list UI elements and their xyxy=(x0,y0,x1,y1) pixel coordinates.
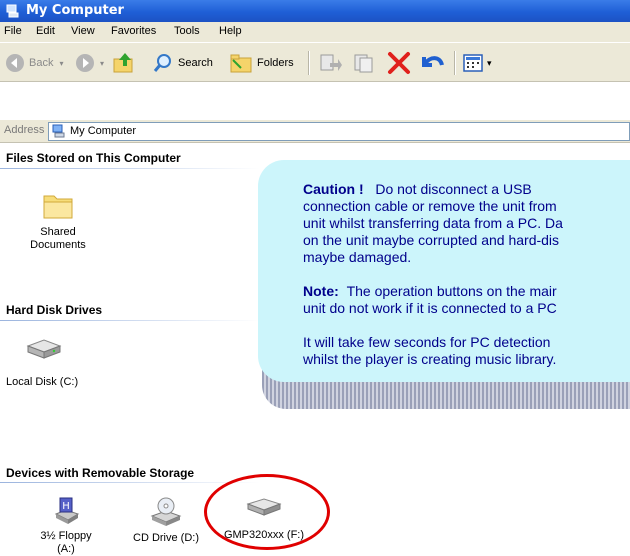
highlight-circle xyxy=(204,474,330,550)
title-bar[interactable]: My Computer xyxy=(0,0,630,22)
window-title: My Computer xyxy=(26,3,124,18)
section-divider xyxy=(0,482,260,483)
folders-label: Folders xyxy=(257,57,294,69)
up-folder-button[interactable] xyxy=(112,51,136,75)
hard-disk-icon xyxy=(26,339,62,359)
back-button[interactable]: Back ▾ xyxy=(4,51,63,75)
my-computer-small-icon xyxy=(52,124,65,138)
info-line-2: whilst the player is creating music libr… xyxy=(303,351,557,367)
menu-file[interactable]: File xyxy=(4,25,22,37)
up-folder-icon xyxy=(113,53,133,73)
move-to-icon xyxy=(320,54,342,71)
menu-help[interactable]: Help xyxy=(219,25,242,37)
folder-icon xyxy=(43,195,73,219)
caution-line-4: on the unit maybe corrupted and hard-dis xyxy=(303,232,560,248)
section-hard-disks-title: Hard Disk Drives xyxy=(6,303,103,317)
back-dropdown-icon[interactable]: ▾ xyxy=(59,59,63,68)
toolbar-separator xyxy=(454,51,456,75)
local-disk-item[interactable]: Local Disk (C:) xyxy=(6,336,82,389)
note-line-2: unit do not work if it is connected to a… xyxy=(303,300,557,316)
views-grid-icon xyxy=(463,54,483,72)
section-divider xyxy=(0,320,260,321)
note-heading: Note: xyxy=(303,283,339,299)
cd-drive-label: CD Drive (D:) xyxy=(133,532,199,544)
undo-button[interactable] xyxy=(420,51,446,75)
info-line-1: It will take few seconds for PC detectio… xyxy=(303,334,551,350)
folders-button[interactable]: Folders xyxy=(229,51,294,75)
address-label: Address xyxy=(4,124,45,136)
copy-to-icon xyxy=(354,54,373,73)
menu-edit[interactable]: Edit xyxy=(36,25,55,37)
caution-line-5: maybe damaged. xyxy=(303,249,412,265)
caution-line-3: unit whilst transferring data from a PC.… xyxy=(303,215,563,231)
shared-documents-item[interactable]: Shared Documents xyxy=(28,188,88,252)
address-bar: Address My Computer xyxy=(0,120,630,143)
section-removable-title: Devices with Removable Storage xyxy=(6,466,195,480)
floppy-drive-item[interactable]: H 3½ Floppy (A:) xyxy=(36,496,96,556)
undo-icon xyxy=(422,56,444,67)
address-value: My Computer xyxy=(70,125,137,137)
cd-drive-icon xyxy=(150,497,182,526)
forward-dropdown-icon[interactable]: ▾ xyxy=(100,59,104,68)
forward-button[interactable]: ▾ xyxy=(74,51,104,75)
address-field[interactable]: My Computer xyxy=(48,122,630,141)
search-label: Search xyxy=(178,57,213,69)
toolbar-separator xyxy=(308,51,310,75)
search-button[interactable]: Search xyxy=(152,51,213,75)
local-disk-label: Local Disk (C:) xyxy=(6,376,79,388)
my-computer-icon xyxy=(6,4,19,18)
menu-bar: File Edit View Favorites Tools Help xyxy=(0,22,630,42)
views-dropdown-icon[interactable]: ▾ xyxy=(487,58,492,69)
search-icon xyxy=(153,54,171,72)
floppy-label-2: (A:) xyxy=(57,543,75,555)
views-button[interactable]: ▾ xyxy=(462,51,492,75)
caution-heading: Caution ! xyxy=(303,181,364,197)
svg-text:H: H xyxy=(62,501,70,512)
shared-documents-label-2: Documents xyxy=(30,239,86,251)
menu-view[interactable]: View xyxy=(71,25,95,37)
back-arrow-icon xyxy=(6,54,24,72)
delete-x-icon xyxy=(388,52,410,74)
move-to-button[interactable] xyxy=(318,51,342,75)
menu-tools[interactable]: Tools xyxy=(174,25,200,37)
copy-to-button[interactable] xyxy=(352,51,376,75)
delete-button[interactable] xyxy=(386,51,412,75)
caution-line-2: connection cable or remove the unit from xyxy=(303,198,557,214)
floppy-label-1: 3½ Floppy xyxy=(40,530,92,542)
menu-favorites[interactable]: Favorites xyxy=(111,25,156,37)
callout-text: Caution ! Do not disconnect a USB connec… xyxy=(303,181,630,368)
back-label: Back xyxy=(29,57,54,69)
note-line-1: The operation buttons on the mair xyxy=(346,283,557,299)
shared-documents-label-1: Shared xyxy=(40,226,76,238)
folders-icon xyxy=(230,54,252,73)
toolbar: Back ▾ ▾ Search Folders ▾ xyxy=(0,42,630,82)
floppy-drive-icon: H xyxy=(54,497,80,524)
caution-line-1: Do not disconnect a USB xyxy=(375,181,532,197)
cd-drive-item[interactable]: CD Drive (D:) xyxy=(124,496,208,545)
forward-arrow-icon xyxy=(76,54,94,72)
section-divider xyxy=(0,168,260,169)
section-files-title: Files Stored on This Computer xyxy=(6,151,181,165)
